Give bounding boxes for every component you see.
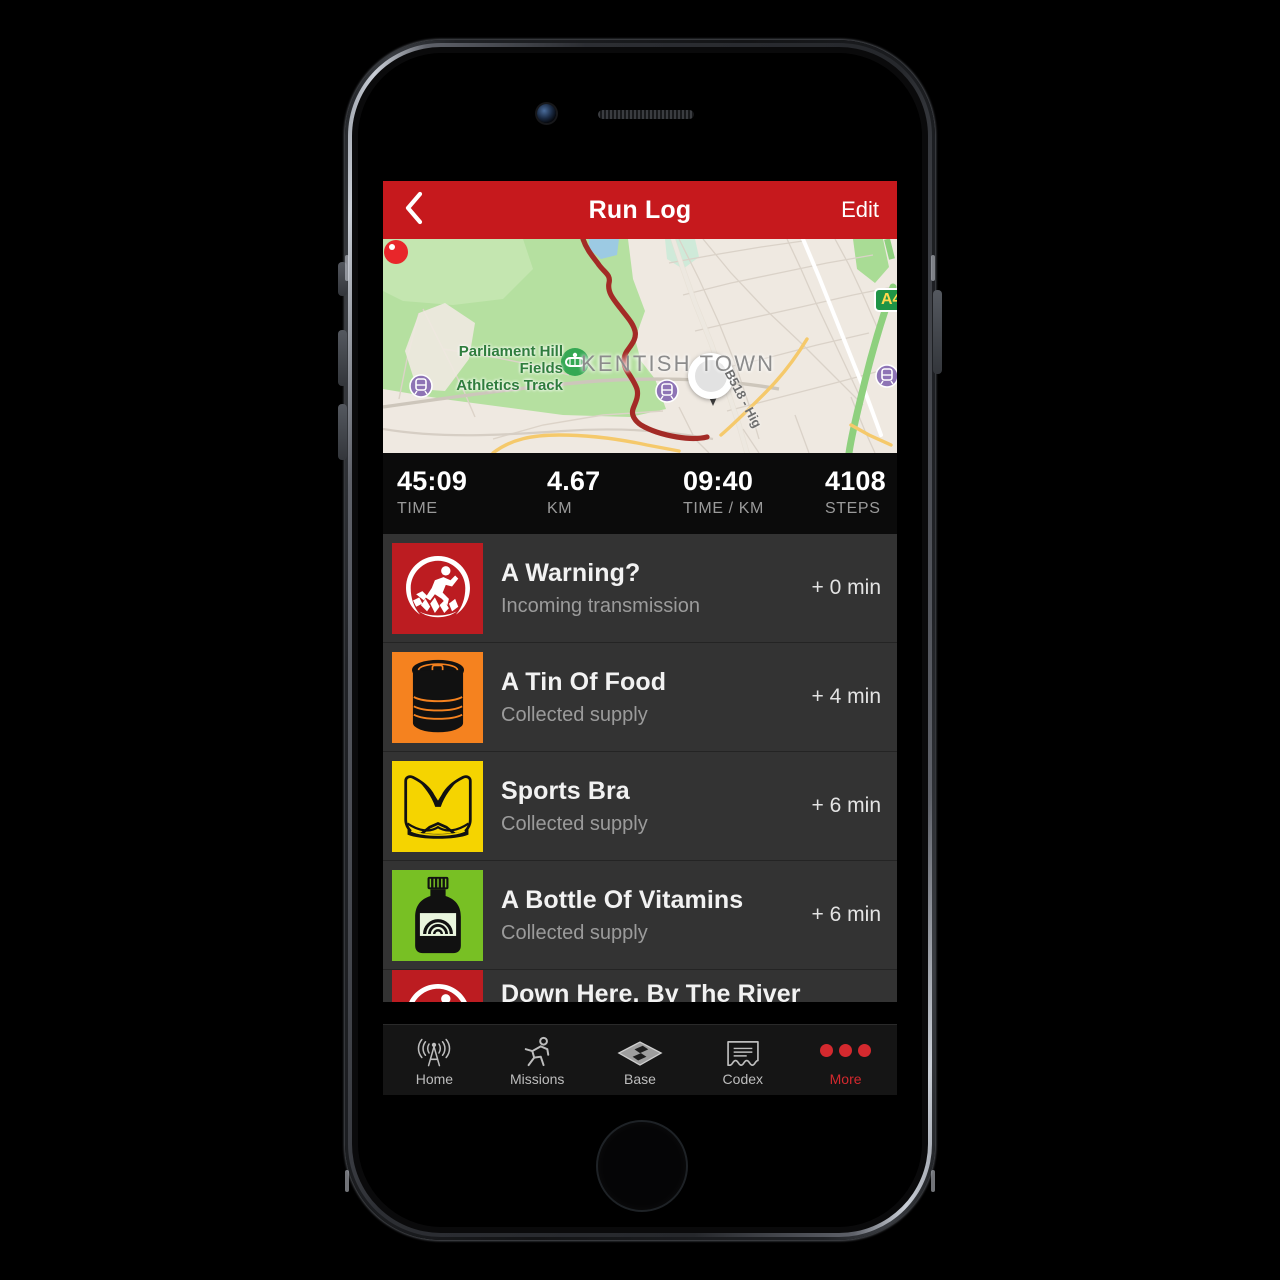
row-subtitle: Incoming transmission xyxy=(501,594,700,617)
table-row[interactable]: A Bottle Of Vitamins Collected supply + … xyxy=(383,861,897,971)
route-map[interactable]: Parliament Hill Fields Athletics Track K… xyxy=(383,239,897,453)
navigation-bar: Run Log Edit xyxy=(383,181,897,239)
row-time: + 6 min xyxy=(811,794,881,818)
tab-bar: Home Missions Base Codex More xyxy=(383,1024,897,1095)
stat-label: KM xyxy=(547,500,573,518)
map-canvas xyxy=(383,239,897,453)
back-button[interactable] xyxy=(383,181,445,239)
row-title: A Tin Of Food xyxy=(501,667,667,696)
tab-codex[interactable]: Codex xyxy=(691,1025,794,1095)
row-tile xyxy=(392,869,483,961)
current-position-marker xyxy=(688,353,734,399)
sports-bra-icon xyxy=(403,775,472,840)
row-tile xyxy=(392,542,483,634)
stat-steps: 4108 STEPS xyxy=(811,467,897,518)
tab-missions[interactable]: Missions xyxy=(486,1025,589,1095)
runner-icon xyxy=(522,1034,552,1068)
tab-home[interactable]: Home xyxy=(383,1025,486,1095)
row-texts: A Tin Of Food Collected supply xyxy=(483,668,812,727)
row-time: + 7 min xyxy=(812,1000,897,1002)
radio-tower-icon xyxy=(416,1034,452,1068)
antenna-band xyxy=(931,255,935,281)
ellipsis-icon xyxy=(820,1034,872,1068)
row-texts: Sports Bra Collected supply xyxy=(483,777,812,836)
row-texts: Down Here, By The River xyxy=(483,970,812,1002)
earpiece-speaker xyxy=(598,110,694,119)
row-time: + 0 min xyxy=(811,576,881,600)
table-row[interactable]: Sports Bra Collected supply + 6 min xyxy=(383,752,897,862)
home-button[interactable] xyxy=(596,1120,688,1212)
chevron-left-icon xyxy=(403,190,425,231)
stat-km: 4.67 KM xyxy=(533,467,669,518)
stat-value: 09:40 xyxy=(683,466,754,496)
row-tile xyxy=(392,651,483,743)
table-row[interactable]: A Warning? Incoming transmission + 0 min xyxy=(383,534,897,644)
table-row[interactable]: A Tin Of Food Collected supply + 4 min xyxy=(383,643,897,753)
tab-base[interactable]: Base xyxy=(589,1025,692,1095)
food-tin-icon xyxy=(411,660,464,733)
stat-value: 4.67 xyxy=(547,466,601,496)
power-button[interactable] xyxy=(933,290,942,374)
run-stats-bar: 45:09 TIME 4.67 KM 09:40 TIME / KM 4108 … xyxy=(383,453,897,535)
stat-label: TIME xyxy=(397,500,438,518)
row-title: Down Here, By The River xyxy=(501,980,801,1003)
stat-time: 45:09 TIME xyxy=(383,467,533,518)
front-camera-icon xyxy=(537,104,556,123)
screenshot-stage: Run Log Edit Parliament Hill Fields Athl… xyxy=(0,0,1280,1280)
tab-more[interactable]: More xyxy=(794,1025,897,1095)
base-diamond-icon xyxy=(617,1034,663,1068)
stat-value: 45:09 xyxy=(397,466,468,496)
stat-label: TIME / KM xyxy=(683,500,764,518)
edit-button[interactable]: Edit xyxy=(841,181,879,239)
zombies-run-logo-icon xyxy=(405,556,470,618)
antenna-band xyxy=(345,255,349,281)
row-subtitle: Collected supply xyxy=(501,921,648,944)
vitamin-bottle-icon xyxy=(414,877,461,954)
row-subtitle: Collected supply xyxy=(501,703,648,726)
antenna-band xyxy=(931,1170,935,1192)
row-title: A Bottle Of Vitamins xyxy=(501,885,744,914)
volume-up-button[interactable] xyxy=(338,330,347,386)
run-log-list[interactable]: A Warning? Incoming transmission + 0 min xyxy=(383,534,897,1003)
tab-label: More xyxy=(829,1070,862,1087)
row-title: Sports Bra xyxy=(501,776,630,805)
antenna-band xyxy=(345,1170,349,1192)
page-title: Run Log xyxy=(588,195,692,224)
row-title: A Warning? xyxy=(501,558,641,587)
stat-label: STEPS xyxy=(825,500,881,518)
tab-label: Base xyxy=(624,1070,656,1087)
row-time: + 6 min xyxy=(811,903,881,927)
tab-label: Missions xyxy=(509,1070,565,1087)
row-tile xyxy=(392,760,483,852)
zombies-run-logo-icon xyxy=(408,983,467,1003)
map-pin-icon[interactable] xyxy=(383,239,409,273)
stat-pace: 09:40 TIME / KM xyxy=(669,467,811,518)
row-time: + 4 min xyxy=(811,685,881,709)
app-screen: Run Log Edit Parliament Hill Fields Athl… xyxy=(383,181,897,1095)
tab-label: Codex xyxy=(722,1070,764,1087)
row-subtitle: Collected supply xyxy=(501,812,648,835)
table-row[interactable]: Down Here, By The River + 7 min xyxy=(383,970,897,1003)
stat-value: 4108 xyxy=(825,466,886,496)
row-tile xyxy=(392,970,483,1003)
volume-down-button[interactable] xyxy=(338,404,347,460)
tab-label: Home xyxy=(415,1070,454,1087)
row-texts: A Warning? Incoming transmission xyxy=(483,559,812,618)
codex-page-icon xyxy=(725,1034,761,1068)
row-texts: A Bottle Of Vitamins Collected supply xyxy=(483,886,812,945)
base-diamond-shape xyxy=(617,1040,663,1066)
